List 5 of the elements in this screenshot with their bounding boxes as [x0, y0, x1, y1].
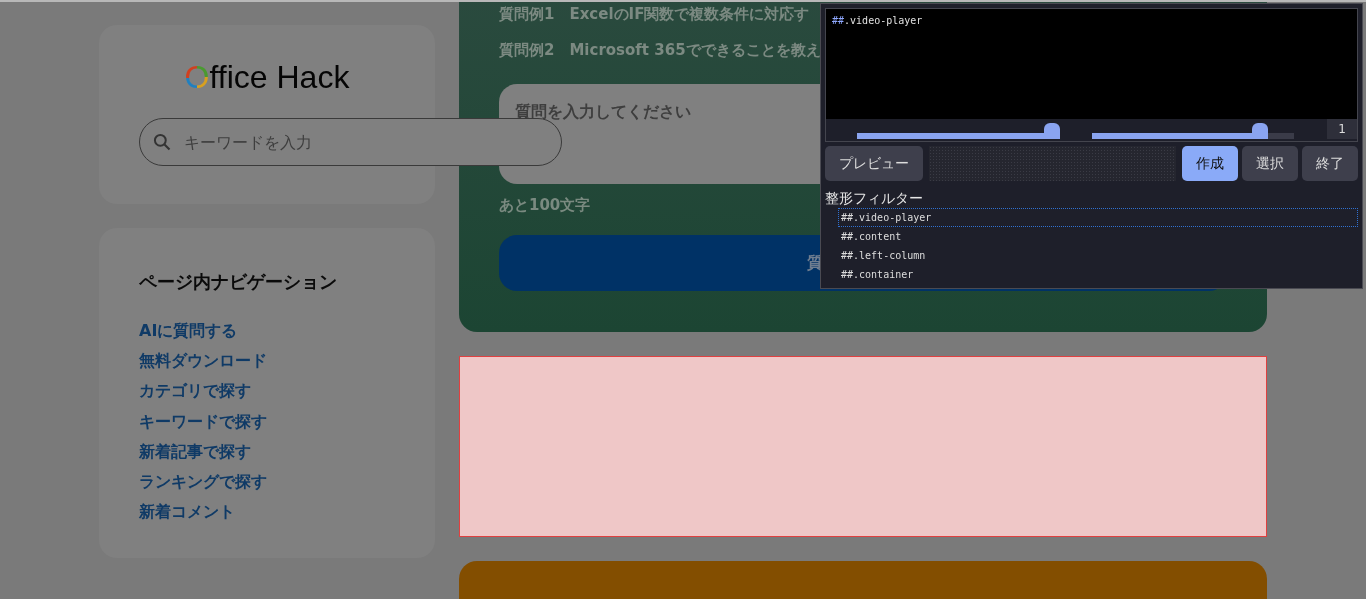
- filter-title: 整形フィルター: [825, 190, 924, 208]
- preview-text: ##.video-player: [831, 14, 924, 28]
- counter: 1: [1327, 119, 1357, 140]
- remaining-characters: あと100文字: [499, 196, 591, 215]
- navigation-title: ページ内ナビゲーション: [139, 270, 338, 294]
